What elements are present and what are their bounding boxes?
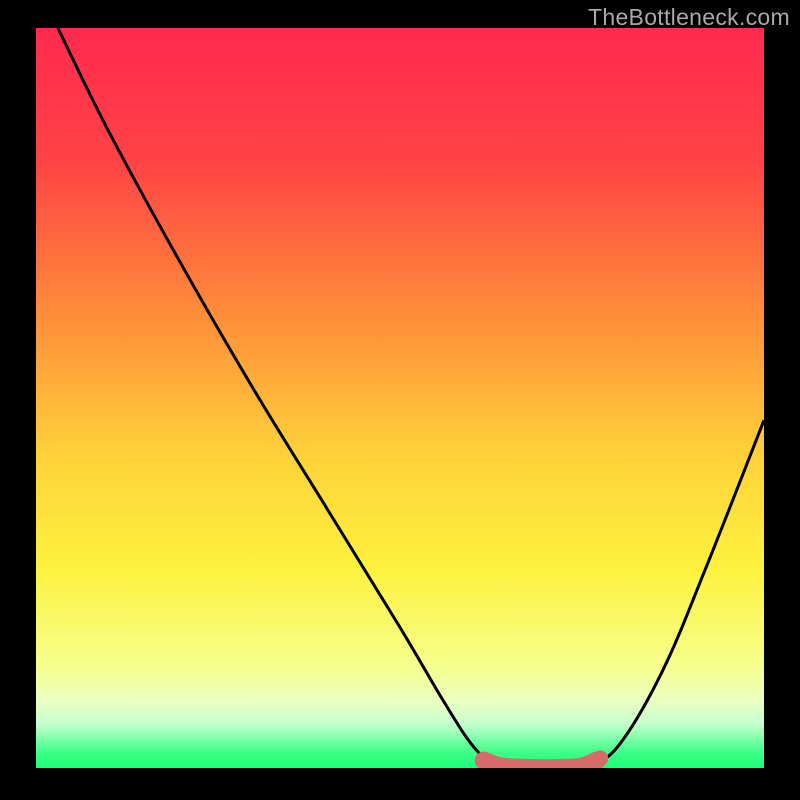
gradient-background (36, 28, 764, 768)
bottleneck-chart (36, 28, 764, 768)
chart-container: TheBottleneck.com (0, 0, 800, 800)
plot-area (36, 28, 764, 768)
watermark-text: TheBottleneck.com (588, 4, 790, 31)
optimal-range-highlight (484, 761, 597, 768)
highlight-end-dot (592, 750, 608, 766)
